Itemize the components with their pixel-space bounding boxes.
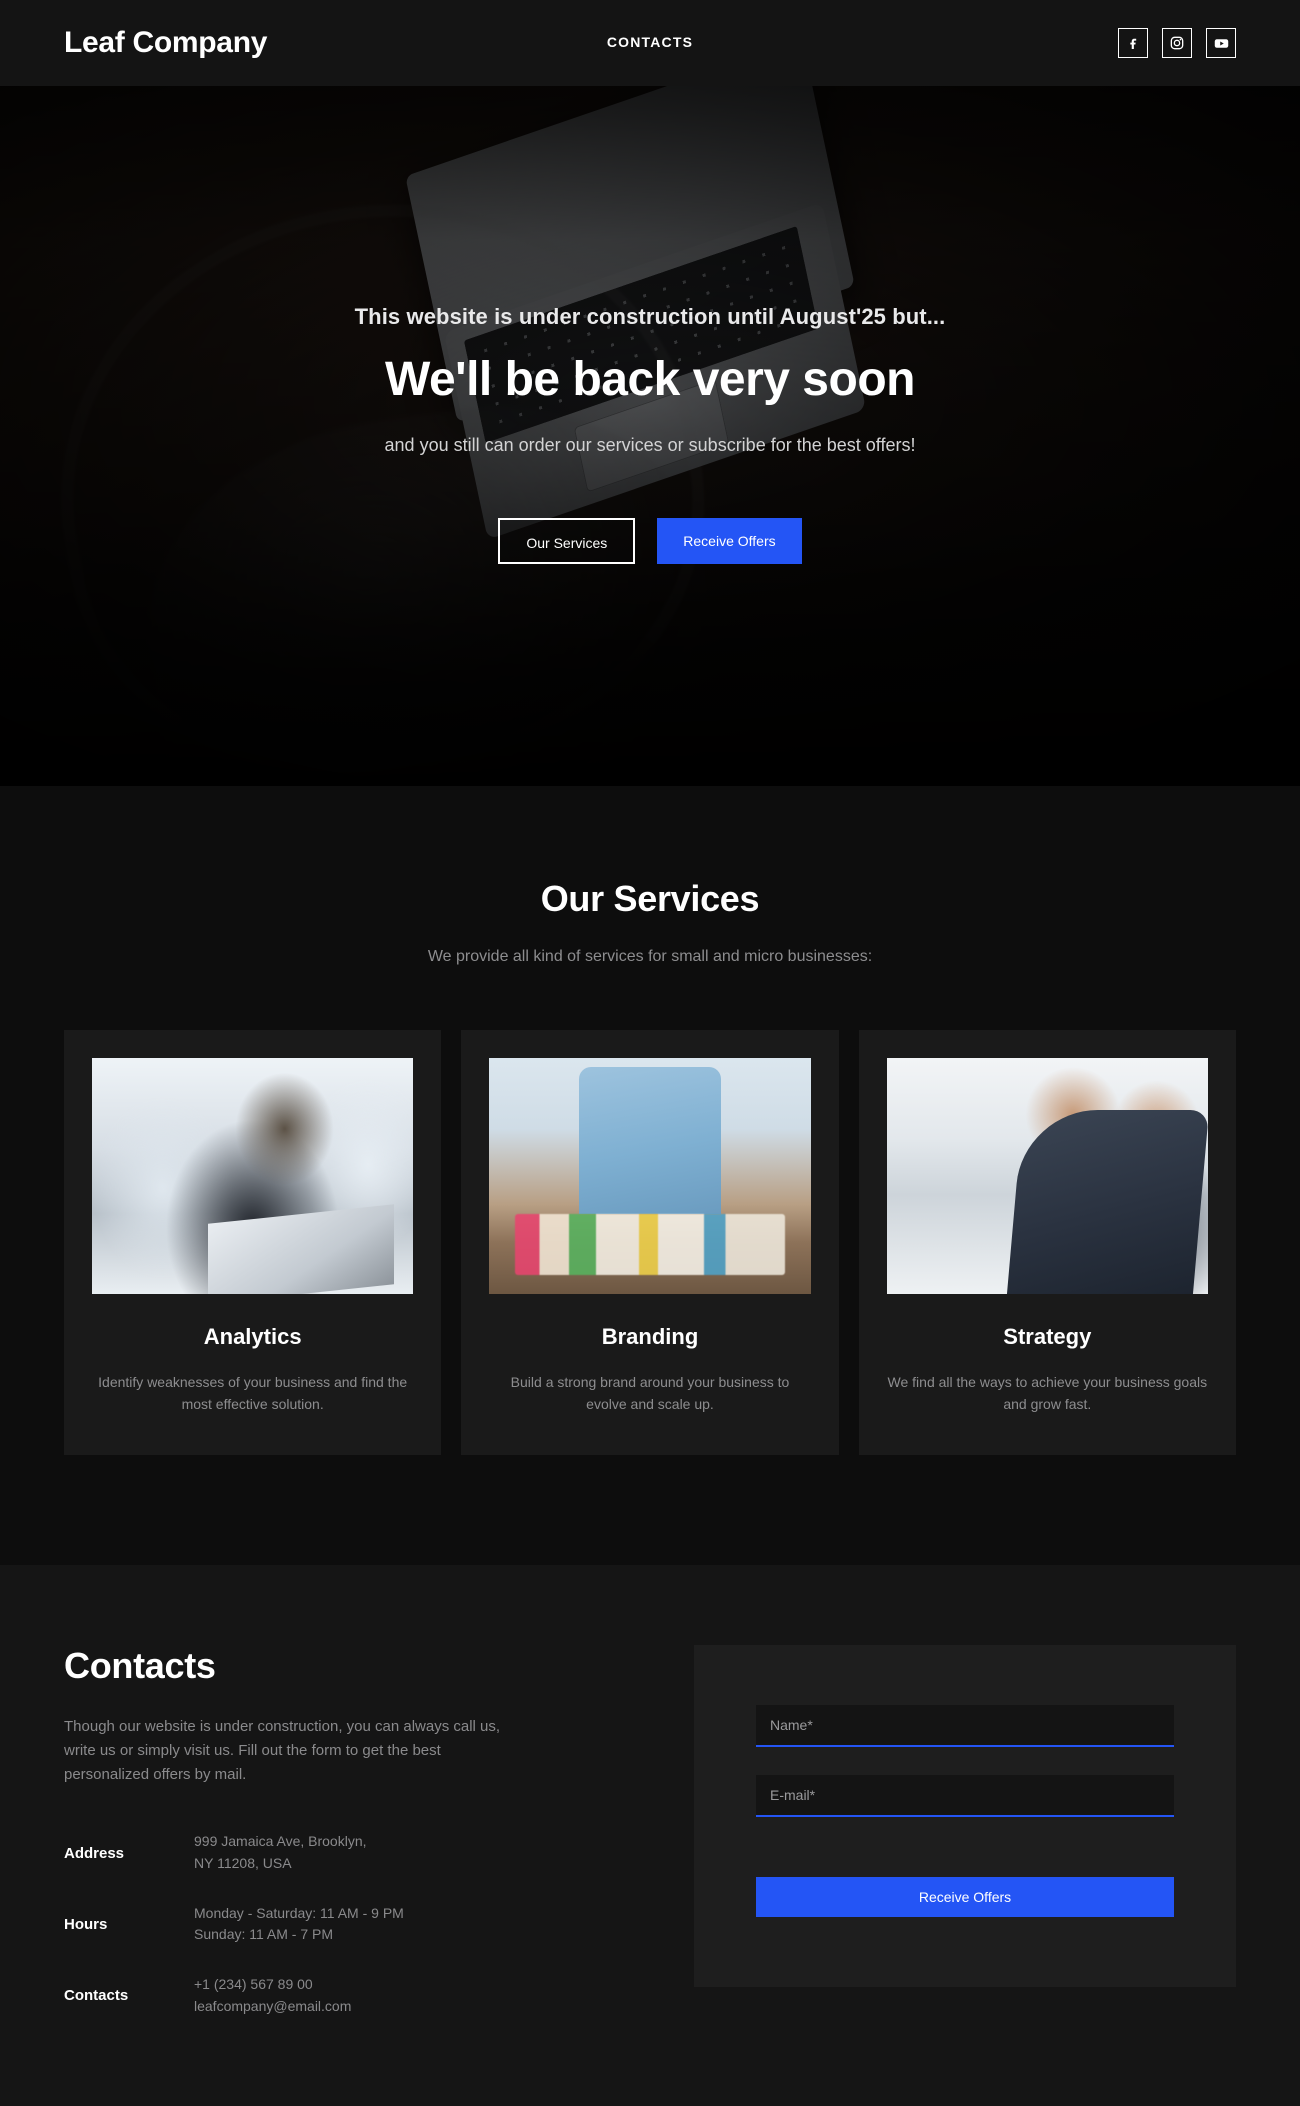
contacts-title: Contacts bbox=[64, 1645, 216, 1687]
service-card[interactable]: Branding Build a strong brand around you… bbox=[461, 1030, 839, 1456]
services-section: Our Services We provide all kind of serv… bbox=[0, 786, 1300, 1566]
service-card-list: Analytics Identify weaknesses of your bu… bbox=[0, 1030, 1300, 1456]
contacts-form-column: Receive Offers bbox=[694, 1645, 1236, 2045]
contacts-info-label: Address bbox=[64, 1844, 125, 1862]
service-card-title: Strategy bbox=[1003, 1324, 1092, 1349]
facebook-icon[interactable] bbox=[1118, 28, 1148, 58]
social-links bbox=[1118, 28, 1236, 58]
nav-item-contacts[interactable]: CONTACTS bbox=[607, 34, 693, 50]
contacts-description: Though our website is under construction… bbox=[64, 1718, 501, 1784]
contacts-section: Contacts Though our website is under con… bbox=[0, 1565, 1300, 2106]
contacts-info-column: Contacts Though our website is under con… bbox=[64, 1645, 624, 2045]
hero-eyebrow: This website is under construction until… bbox=[354, 304, 946, 329]
contacts-info-value: Monday - Saturday: 11 AM - 9 PM Sunday: … bbox=[194, 1904, 404, 1943]
service-card-title: Branding bbox=[601, 1324, 699, 1349]
hero-section: This website is under construction until… bbox=[0, 86, 1300, 786]
contacts-info-label: Contacts bbox=[64, 1987, 129, 2005]
subscribe-form: Receive Offers bbox=[694, 1645, 1236, 1988]
service-card-photo bbox=[489, 1058, 811, 1294]
service-card-text: Identify weaknesses of your business and… bbox=[98, 1374, 408, 1412]
contacts-info-value: 999 Jamaica Ave, Brooklyn, NY 11208, USA bbox=[194, 1833, 367, 1872]
service-card-text: We find all the ways to achieve your bus… bbox=[887, 1374, 1208, 1412]
hero-content: This website is under construction until… bbox=[0, 86, 1300, 564]
our-services-button[interactable]: Our Services bbox=[498, 518, 636, 564]
receive-offers-button[interactable]: Receive Offers bbox=[657, 518, 802, 564]
contacts-info-label: Hours bbox=[64, 1915, 108, 1933]
instagram-icon[interactable] bbox=[1162, 28, 1192, 58]
form-receive-offers-button[interactable]: Receive Offers bbox=[756, 1877, 1174, 1918]
hero-actions: Our Services Receive Offers bbox=[0, 518, 1300, 564]
services-title: Our Services bbox=[540, 878, 760, 919]
contacts-info-row: Contacts +1 (234) 567 89 00 leafcompany@… bbox=[64, 1974, 624, 2017]
service-card[interactable]: Strategy We find all the ways to achieve… bbox=[858, 1030, 1236, 1456]
hero-title: We'll be back very soon bbox=[385, 353, 915, 406]
form-field-spacer bbox=[756, 1747, 1174, 1775]
contacts-info-row: Address 999 Jamaica Ave, Brooklyn, NY 11… bbox=[64, 1831, 624, 1874]
service-card[interactable]: Analytics Identify weaknesses of your bu… bbox=[64, 1030, 442, 1456]
service-card-title: Analytics bbox=[203, 1324, 302, 1349]
service-card-text: Build a strong brand around your busines… bbox=[510, 1374, 790, 1412]
brand-logo[interactable]: Leaf Company bbox=[64, 26, 267, 60]
contacts-info-value: +1 (234) 567 89 00 leafcompany@email.com bbox=[194, 1976, 352, 2014]
page-root: Leaf Company CONTACTS This website is un… bbox=[0, 0, 1300, 2106]
email-input[interactable] bbox=[756, 1775, 1174, 1818]
name-input[interactable] bbox=[756, 1705, 1174, 1748]
service-card-photo bbox=[886, 1058, 1208, 1294]
contacts-info-table: Address 999 Jamaica Ave, Brooklyn, NY 11… bbox=[64, 1831, 624, 2017]
contacts-info-row: Hours Monday - Saturday: 11 AM - 9 PM Su… bbox=[64, 1903, 624, 1946]
site-header: Leaf Company CONTACTS bbox=[0, 0, 1300, 86]
service-card-photo bbox=[92, 1058, 414, 1294]
services-subtitle: We provide all kind of services for smal… bbox=[427, 948, 873, 965]
youtube-icon[interactable] bbox=[1206, 28, 1236, 58]
hero-subtitle: and you still can order our services or … bbox=[384, 435, 916, 455]
